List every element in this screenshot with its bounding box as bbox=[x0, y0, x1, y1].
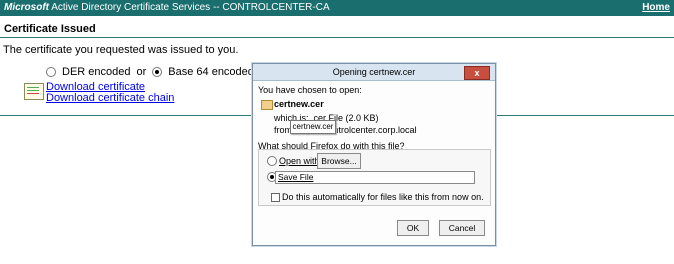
file-name: certnew.cer bbox=[274, 99, 324, 109]
header-brand: Microsoft Active Directory Certificate S… bbox=[4, 0, 330, 16]
filename-tooltip: certnew.cer bbox=[290, 120, 336, 134]
chosen-label: You have chosen to open: bbox=[258, 85, 362, 95]
auto-checkbox[interactable] bbox=[271, 193, 280, 202]
open-with-label[interactable]: Open with bbox=[279, 156, 320, 166]
or-label: or bbox=[136, 66, 147, 78]
cancel-button[interactable]: Cancel bbox=[439, 220, 485, 236]
dialog-title: Opening certnew.cer bbox=[332, 67, 416, 77]
browse-button[interactable]: Browse... bbox=[317, 153, 361, 169]
divider-top bbox=[0, 37, 674, 38]
close-icon[interactable]: x bbox=[464, 66, 490, 80]
open-file-dialog: Opening certnew.cer x You have chosen to… bbox=[252, 63, 496, 246]
open-with-radio[interactable] bbox=[267, 156, 277, 166]
base64-label: Base 64 encoded bbox=[168, 66, 254, 78]
home-link[interactable]: Home bbox=[642, 0, 670, 16]
base64-radio[interactable] bbox=[152, 67, 163, 77]
page-title: Certificate Issued bbox=[4, 23, 96, 35]
ok-button[interactable]: OK bbox=[397, 220, 429, 236]
file-icon bbox=[261, 100, 273, 110]
header-title: Active Directory Certificate Services --… bbox=[51, 2, 330, 13]
save-file-label: Save File bbox=[278, 172, 314, 182]
encoding-options: DER encoded or Base 64 encoded bbox=[46, 66, 254, 78]
header-bar: Microsoft Active Directory Certificate S… bbox=[0, 0, 674, 16]
dialog-titlebar[interactable]: Opening certnew.cer x bbox=[253, 64, 495, 81]
issued-message: The certificate you requested was issued… bbox=[3, 44, 239, 56]
der-label: DER encoded bbox=[62, 66, 131, 78]
certificate-icon bbox=[24, 83, 44, 100]
der-radio[interactable] bbox=[46, 67, 56, 77]
brand-name: Microsoft bbox=[4, 2, 49, 13]
save-file-option[interactable]: Save File bbox=[275, 171, 475, 184]
download-chain-link[interactable]: Download certificate chain bbox=[46, 92, 174, 104]
auto-label[interactable]: Do this automatically for files like thi… bbox=[282, 192, 484, 202]
